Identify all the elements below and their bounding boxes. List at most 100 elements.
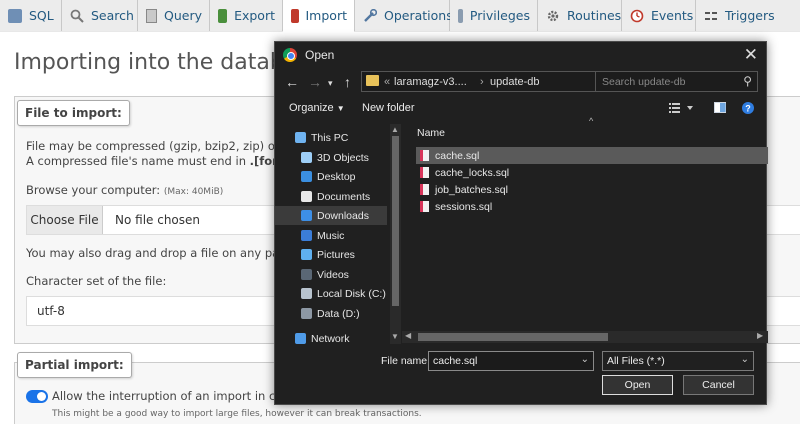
sql-file-icon [420,150,429,161]
recent-chevron-icon[interactable]: ▾ [328,78,333,89]
tab-export[interactable]: Export [210,0,283,31]
dialog-toolbar: Organize ▼ New folder ? [275,96,766,120]
nav-item-data-disk[interactable]: Data (D:) [275,304,387,323]
nav-item-documents[interactable]: Documents [275,187,387,206]
tab-label: Triggers [725,8,775,23]
folder-icon [366,75,379,86]
tab-events[interactable]: Events [622,0,696,31]
h-scroll-thumb[interactable] [418,333,608,341]
sql-file-icon [420,201,429,212]
nav-item-local-disk[interactable]: Local Disk (C:) [275,284,387,303]
file-row-job-batches[interactable]: job_batches.sql [416,181,768,198]
sql-icon [8,8,22,23]
max-size-note: (Max: 40MiB) [163,187,224,197]
crumb-overflow[interactable]: « [384,76,390,88]
file-name: cache_locks.sql [435,166,510,179]
file-name-label: File name: [381,355,431,367]
file-name-value: cache.sql [433,355,478,367]
scroll-left-icon[interactable]: ◀ [405,331,411,340]
tab-label: Events [651,8,694,23]
triggers-icon [704,9,718,23]
nav-item-pictures[interactable]: Pictures [275,245,387,264]
tab-sql[interactable]: SQL [0,0,62,31]
no-file-text: No file chosen [115,213,201,227]
open-button[interactable]: Open [602,375,673,395]
3d-objects-icon [301,152,312,163]
routines-icon [546,9,560,23]
nav-item-network[interactable]: Network [275,329,387,348]
file-row-cache-locks[interactable]: cache_locks.sql [416,164,768,181]
address-row: ← → ▾ ↑ « laramagz-v3.... › update-db ⌄ … [275,69,766,95]
drag-drop-note: You may also drag and drop a file on any… [26,246,298,260]
choose-file-button[interactable]: Choose File [27,206,103,234]
nav-item-downloads[interactable]: Downloads [275,206,387,225]
partial-import-hint: This might be a good way to import large… [52,409,422,419]
file-name: job_batches.sql [435,183,508,196]
forward-arrow-icon[interactable]: → [308,74,322,90]
file-name-input[interactable]: cache.sql ⌄ [428,351,594,371]
help-icon[interactable]: ? [742,102,754,117]
file-name-dropdown-icon[interactable]: ⌄ [581,354,589,365]
nav-item-videos[interactable]: Videos [275,265,387,284]
file-list-h-scrollbar[interactable]: ◀ ▶ [402,331,768,343]
nav-label: Downloads [317,209,369,222]
nav-scroll-thumb[interactable] [392,136,399,306]
desktop-icon [301,171,312,182]
nav-item-this-pc[interactable]: This PC [275,128,387,147]
data-disk-icon [301,308,312,319]
tab-label: Query [164,8,202,23]
file-row-cache[interactable]: cache.sql [416,147,768,164]
tab-triggers[interactable]: Triggers [696,0,800,31]
nav-label: 3D Objects [317,151,369,164]
organize-label: Organize [289,102,334,114]
import-icon [291,8,299,23]
network-icon [295,333,306,344]
nav-label: Documents [317,190,371,203]
back-arrow-icon[interactable]: ← [285,74,299,90]
tab-label: Routines [567,8,622,23]
scroll-right-icon[interactable]: ▶ [757,331,763,340]
tab-privileges[interactable]: Privileges [450,0,538,31]
cancel-button[interactable]: Cancel [683,375,754,395]
nav-scrollbar[interactable]: ▲ ▼ [390,124,401,344]
file-row-sessions[interactable]: sessions.sql [416,198,768,215]
documents-icon [301,191,312,202]
new-folder-button[interactable]: New folder [362,102,415,114]
tab-import[interactable]: Import [283,0,355,32]
dialog-title: Open [305,48,335,62]
tab-operations[interactable]: Operations [355,0,453,31]
compressed-name-prefix: A compressed file's name must end in [26,154,250,168]
close-icon[interactable]: ✕ [744,45,758,65]
view-options-icon[interactable] [669,102,695,117]
tab-routines[interactable]: Routines [538,0,622,31]
column-header-name[interactable]: Name [417,127,445,139]
up-arrow-icon[interactable]: ↑ [344,74,351,90]
file-list-pane: ^ Name cache.sql cache_locks.sql job_bat… [402,116,768,344]
file-type-select[interactable]: All Files (*.*) ⌄ [602,351,754,371]
nav-item-desktop[interactable]: Desktop [275,167,387,186]
allow-interrupt-toggle[interactable] [26,390,48,403]
sql-file-icon [420,167,429,178]
dialog-title-bar: Open ✕ [275,42,766,68]
scroll-down-icon[interactable]: ▼ [391,332,399,341]
scroll-up-icon[interactable]: ▲ [391,125,399,134]
tab-search[interactable]: Search [62,0,138,31]
svg-text:?: ? [745,104,751,114]
crumb-laramagz[interactable]: laramagz-v3.... [394,76,467,88]
file-type-value: All Files (*.*) [607,355,665,367]
tab-query[interactable]: Query [138,0,210,31]
nav-item-3d-objects[interactable]: 3D Objects [275,148,387,167]
privileges-icon [458,8,463,23]
file-type-dropdown-icon: ⌄ [740,354,749,365]
nav-label: Data (D:) [317,307,360,320]
open-file-dialog: Open ✕ ← → ▾ ↑ « laramagz-v3.... › updat… [274,41,768,405]
search-placeholder: Search update-db [602,76,686,88]
search-icon: ⚲ [743,74,752,88]
partial-import-legend: Partial import: [17,352,132,378]
videos-icon [301,269,312,280]
preview-pane-icon[interactable] [714,102,726,116]
crumb-update-db[interactable]: update-db [490,76,540,88]
organize-menu[interactable]: Organize ▼ [289,102,345,114]
search-input[interactable]: Search update-db ⚲ [595,71,758,92]
nav-item-music[interactable]: Music [275,226,387,245]
